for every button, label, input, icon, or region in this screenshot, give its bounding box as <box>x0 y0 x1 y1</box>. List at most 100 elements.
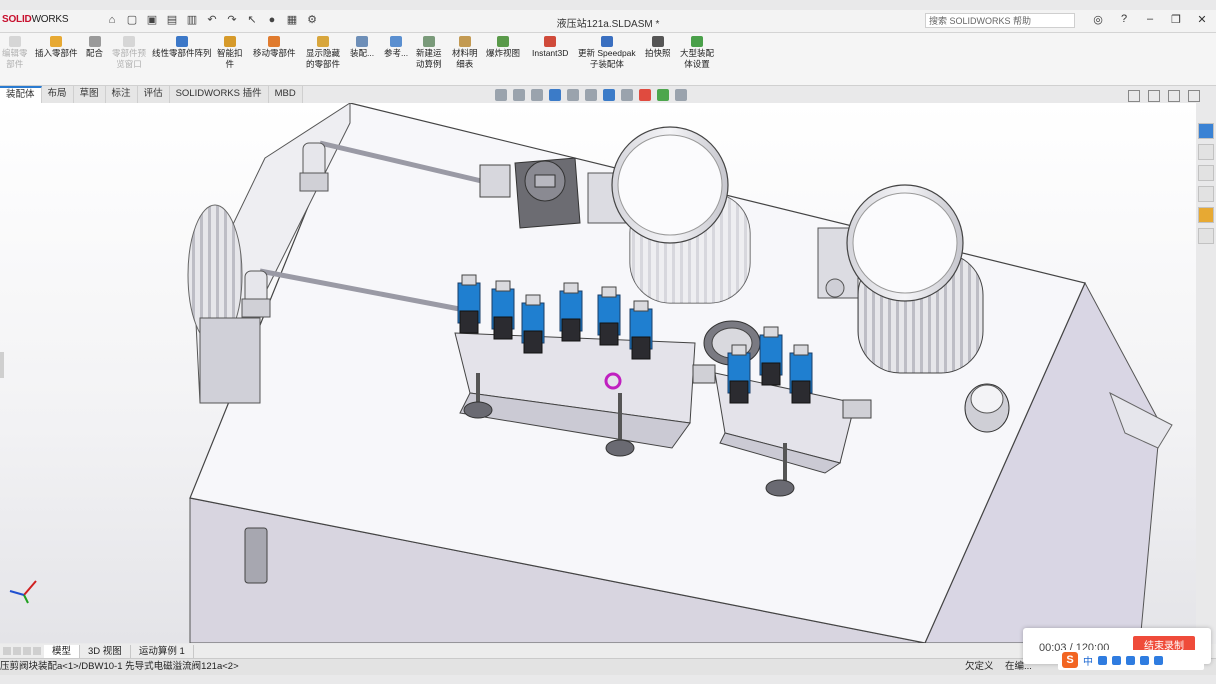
new-document-icon[interactable]: ▢ <box>125 13 139 27</box>
instant3d-icon <box>544 36 557 47</box>
tab-command-3[interactable]: 标注 <box>105 86 138 103</box>
restore-icon[interactable]: ❐ <box>1170 13 1182 26</box>
large-assembly-icon <box>691 36 703 47</box>
tab-bottom-0[interactable]: 模型 <box>44 644 81 658</box>
user-icon[interactable]: ◎ <box>1092 13 1104 26</box>
punctuation-icon[interactable] <box>1098 655 1107 665</box>
open-folder-icon[interactable]: ▣ <box>145 13 159 27</box>
edit-appearance-icon[interactable] <box>639 89 651 101</box>
ribbon-button[interactable]: 爆炸视图 <box>486 36 520 59</box>
ribbon-button[interactable]: 显示隐藏 的零部件 <box>306 36 340 70</box>
design-library-icon[interactable] <box>1198 144 1214 160</box>
help-search-input[interactable]: 搜索 SOLIDWORKS 帮助 <box>925 13 1075 28</box>
split-view-icon[interactable] <box>1128 90 1140 102</box>
tile-view-icon[interactable] <box>1148 90 1160 102</box>
redo-icon[interactable]: ↷ <box>225 13 239 27</box>
first-tab-icon[interactable] <box>3 647 11 655</box>
traffic-light-icon[interactable]: ● <box>265 13 279 27</box>
zoom-area-icon[interactable] <box>513 89 525 101</box>
insert-component-icon <box>50 36 63 47</box>
previous-view-icon[interactable] <box>531 89 543 101</box>
ribbon-button-label: 更新 Speedpak 子装配体 <box>578 48 636 69</box>
ribbon-button[interactable]: 线性零部件阵列 <box>152 36 212 59</box>
ribbon-button[interactable]: 装配... <box>350 36 374 59</box>
restore-viewport-icon[interactable] <box>1168 90 1180 102</box>
appearances-icon[interactable] <box>1198 207 1214 223</box>
keyboard-icon[interactable] <box>1126 655 1135 665</box>
ribbon-button[interactable]: 编辑零 部件 <box>2 36 28 70</box>
status-selection-path: 压剪阀块装配a<1>/DBW10-1 先导式电磁溢流阀121a<2> <box>0 661 239 672</box>
sogou-logo-icon[interactable]: S <box>1062 652 1078 668</box>
ribbon-button[interactable]: 参考... <box>384 36 408 59</box>
ribbon-button[interactable]: 新建运 动算例 <box>416 36 442 70</box>
ribbon-button[interactable]: 更新 Speedpak 子装配体 <box>578 36 636 70</box>
ribbon-button-label: 新建运 动算例 <box>416 48 442 69</box>
preview-window-icon <box>123 36 135 47</box>
command-manager-ribbon: 编辑零 部件 插入零部件 配合 零部件预 览窗口 线性零部件阵列 智能扣 件移动零部件 显示… <box>0 33 1216 86</box>
prev-tab-icon[interactable] <box>13 647 21 655</box>
ribbon-button-label: Instant3D <box>532 48 569 58</box>
select-cursor-icon[interactable]: ↖ <box>245 13 259 27</box>
microphone-icon[interactable] <box>1112 655 1121 665</box>
file-properties-icon[interactable]: ▦ <box>285 13 299 27</box>
display-style-icon[interactable] <box>603 89 615 101</box>
ime-toolbar: S 中 <box>1058 650 1204 670</box>
file-explorer-icon[interactable] <box>1198 165 1214 181</box>
home-icon[interactable]: ⌂ <box>105 13 119 27</box>
options-gear-icon[interactable]: ⚙ <box>305 13 319 27</box>
ribbon-button[interactable]: 零部件预 览窗口 <box>112 36 146 70</box>
save-icon[interactable]: ▤ <box>165 13 179 27</box>
ribbon-button-label: 显示隐藏 的零部件 <box>306 48 341 69</box>
close-icon[interactable]: ✕ <box>1196 13 1208 26</box>
tab-command-6[interactable]: MBD <box>268 86 303 103</box>
ribbon-button[interactable]: 移动零部件 <box>253 36 296 59</box>
pipe-fitting-upper <box>299 142 329 192</box>
ime-language-toggle[interactable]: 中 <box>1083 653 1093 668</box>
title-bar: SOLIDWORKS ⌂ ▢ ▣ ▤ ▥ ↶ ↷ ↖ ● ▦ ⚙ 液压站121a… <box>0 10 1216 33</box>
ribbon-button[interactable]: 大型装配 体设置 <box>680 36 714 70</box>
custom-properties-icon[interactable] <box>1198 228 1214 244</box>
view-orientation-icon[interactable] <box>585 89 597 101</box>
print-icon[interactable]: ▥ <box>185 13 199 27</box>
tab-command-2[interactable]: 草图 <box>73 86 106 103</box>
help-icon[interactable]: ? <box>1118 13 1130 26</box>
next-tab-icon[interactable] <box>23 647 31 655</box>
show-hidden-icon <box>317 36 329 47</box>
solidworks-resources-icon[interactable] <box>1198 123 1214 139</box>
ribbon-button-label: 线性零部件阵列 <box>152 48 212 58</box>
solenoid-valve <box>727 344 751 404</box>
ribbon-button[interactable]: 材料明 细表 <box>452 36 478 70</box>
solenoid-valve <box>629 300 653 360</box>
last-tab-icon[interactable] <box>33 647 41 655</box>
ribbon-button[interactable]: 配合 <box>86 36 103 59</box>
close-viewport-icon[interactable] <box>1188 90 1200 102</box>
ribbon-button-label: 插入零部件 <box>35 48 78 58</box>
hide-show-items-icon[interactable] <box>621 89 633 101</box>
tab-bottom-1[interactable]: 3D 视图 <box>80 644 131 658</box>
ribbon-button[interactable]: 智能扣 件 <box>217 36 243 70</box>
undo-icon[interactable]: ↶ <box>205 13 219 27</box>
toolbox-icon[interactable] <box>1154 655 1163 665</box>
ribbon-button[interactable]: Instant3D <box>532 36 568 59</box>
section-view-icon[interactable] <box>549 89 561 101</box>
zoom-fit-icon[interactable] <box>495 89 507 101</box>
dynamic-annotation-icon[interactable] <box>567 89 579 101</box>
apply-scene-icon[interactable] <box>657 89 669 101</box>
tab-command-5[interactable]: SOLIDWORKS 插件 <box>169 86 269 103</box>
solidworks-logo[interactable]: SOLIDWORKS <box>2 14 69 25</box>
ribbon-button[interactable]: 拍快照 <box>645 36 671 59</box>
tab-bottom-2[interactable]: 运动算例 1 <box>131 644 194 658</box>
view-settings-icon[interactable] <box>675 89 687 101</box>
skin-icon[interactable] <box>1140 655 1149 665</box>
tab-command-1[interactable]: 布局 <box>41 86 74 103</box>
ribbon-button[interactable]: 插入零部件 <box>35 36 78 59</box>
tab-command-0[interactable]: 装配体 <box>0 86 42 103</box>
feature-tree-toggle[interactable] <box>0 352 4 378</box>
minimize-icon[interactable]: – <box>1144 13 1156 26</box>
hydraulic-station-model[interactable] <box>0 103 1196 643</box>
graphics-area[interactable] <box>0 103 1196 643</box>
tab-command-4[interactable]: 评估 <box>137 86 170 103</box>
status-definition: 欠定义 <box>965 661 994 672</box>
solenoid-valve <box>597 286 621 346</box>
view-palette-icon[interactable] <box>1198 186 1214 202</box>
